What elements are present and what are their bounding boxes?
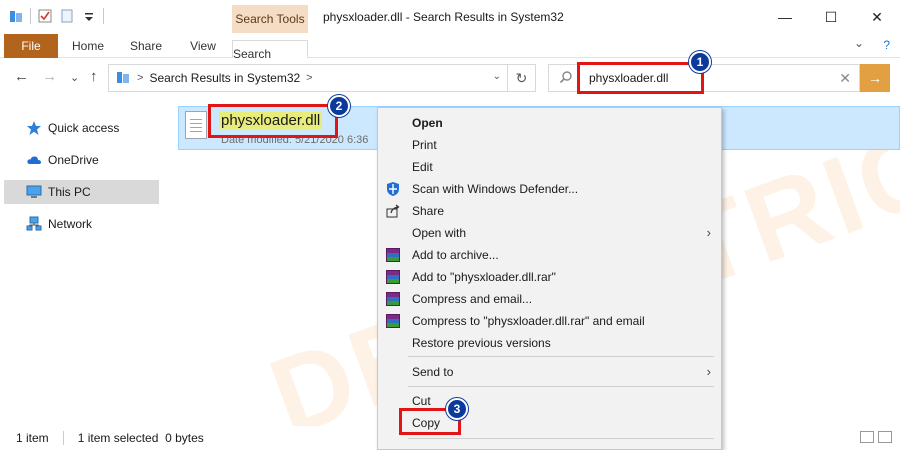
- search-icon: [559, 70, 573, 87]
- large-icons-view-icon[interactable]: [878, 431, 892, 443]
- menu-item-open-with[interactable]: Open with ›: [378, 222, 721, 244]
- clear-search-icon[interactable]: ✕: [839, 70, 851, 87]
- breadcrumb-chevron-icon[interactable]: >: [137, 72, 143, 84]
- maximize-button[interactable]: ☐: [808, 0, 854, 34]
- context-menu: Open Print Edit Scan with Windows Defend…: [377, 107, 722, 450]
- winrar-icon: [385, 247, 401, 263]
- winrar-icon: [385, 291, 401, 307]
- ribbon-expand-icon[interactable]: ⌄: [854, 36, 864, 50]
- menu-item-label: Open: [412, 116, 443, 130]
- search-go-button[interactable]: →: [860, 64, 890, 92]
- status-divider: [62, 431, 64, 445]
- help-icon[interactable]: ?: [883, 38, 890, 52]
- menu-item-restore-versions[interactable]: Restore previous versions: [378, 332, 721, 354]
- address-bar[interactable]: > Search Results in System32 > ⌄ ↻: [108, 64, 536, 92]
- sidebar-item-label: OneDrive: [48, 153, 99, 167]
- winrar-icon: [385, 269, 401, 285]
- submenu-arrow-icon: ›: [706, 225, 711, 240]
- minimize-button[interactable]: —: [762, 0, 808, 34]
- menu-item-label: Share: [412, 204, 445, 218]
- sidebar-item-onedrive[interactable]: OneDrive: [4, 148, 159, 172]
- view-toggle: [860, 431, 892, 443]
- menu-item-share[interactable]: Share: [378, 200, 721, 222]
- star-icon: [26, 120, 42, 136]
- defender-icon: [385, 181, 401, 197]
- tab-file[interactable]: File: [4, 34, 58, 58]
- sidebar-item-quick-access[interactable]: Quick access: [4, 116, 159, 140]
- highlight-search-box: [577, 62, 704, 94]
- step-badge-3: 3: [446, 398, 468, 420]
- toolbar-divider: [30, 8, 31, 24]
- menu-item-scan-defender[interactable]: Scan with Windows Defender...: [378, 178, 721, 200]
- highlight-file-name: [208, 104, 338, 138]
- network-icon: [26, 216, 42, 232]
- quick-access-toolbar: [8, 8, 104, 24]
- sidebar-item-label: This PC: [48, 185, 91, 199]
- close-button[interactable]: ✕: [854, 0, 900, 34]
- search-tools-context-label: Search Tools: [232, 5, 308, 33]
- dll-file-icon: [185, 111, 207, 139]
- menu-item-label: Compress and email...: [412, 292, 533, 306]
- computer-icon: [26, 184, 42, 200]
- breadcrumb-search-results[interactable]: Search Results in System32: [149, 71, 300, 85]
- forward-button[interactable]: →: [42, 68, 57, 85]
- breadcrumb-chevron-icon[interactable]: >: [306, 72, 312, 84]
- sidebar-item-this-pc[interactable]: This PC: [4, 180, 159, 204]
- menu-item-label: Restore previous versions: [412, 336, 551, 350]
- recent-locations-dropdown[interactable]: ⌄: [70, 71, 79, 84]
- menu-item-label: Open with: [412, 226, 467, 240]
- menu-item-label: Add to archive...: [412, 248, 499, 262]
- cloud-icon: [26, 152, 42, 168]
- submenu-arrow-icon: ›: [706, 364, 711, 379]
- customize-toolbar-icon[interactable]: [81, 8, 97, 24]
- toolbar-divider: [103, 8, 104, 24]
- menu-item-add-to-rar[interactable]: Add to "physxloader.dll.rar": [378, 266, 721, 288]
- title-bar: Search Tools physxloader.dll - Search Re…: [0, 0, 900, 34]
- menu-item-print[interactable]: Print: [378, 134, 721, 156]
- share-icon: [385, 203, 401, 219]
- menu-item-add-to-archive[interactable]: Add to archive...: [378, 244, 721, 266]
- menu-item-compress-rar-email[interactable]: Compress to "physxloader.dll.rar" and em…: [378, 310, 721, 332]
- new-folder-icon[interactable]: [59, 8, 75, 24]
- up-button[interactable]: ↑: [90, 68, 98, 85]
- menu-item-send-to[interactable]: Send to ›: [378, 361, 721, 383]
- sidebar-item-label: Network: [48, 217, 93, 231]
- selection-info: 1 item selected 0 bytes: [77, 431, 204, 445]
- menu-item-edit[interactable]: Edit: [378, 156, 721, 178]
- tab-home[interactable]: Home: [64, 34, 112, 58]
- menu-item-compress-email[interactable]: Compress and email...: [378, 288, 721, 310]
- sidebar-item-network[interactable]: Network: [4, 212, 159, 236]
- details-view-icon[interactable]: [860, 431, 874, 443]
- explorer-icon: [8, 8, 24, 24]
- refresh-button[interactable]: ↻: [507, 65, 535, 91]
- step-badge-1: 1: [689, 51, 711, 73]
- tab-view[interactable]: View: [180, 34, 226, 58]
- menu-separator: [408, 386, 714, 387]
- tab-share[interactable]: Share: [122, 34, 170, 58]
- menu-item-open[interactable]: Open: [378, 112, 721, 134]
- menu-item-label: Add to "physxloader.dll.rar": [412, 270, 556, 284]
- menu-item-label: Compress to "physxloader.dll.rar" and em…: [412, 314, 645, 328]
- menu-item-label: Print: [412, 138, 437, 152]
- step-badge-2: 2: [328, 95, 350, 117]
- menu-separator: [408, 438, 714, 439]
- sidebar-item-label: Quick access: [48, 121, 120, 135]
- address-dropdown-icon[interactable]: ⌄: [493, 71, 501, 82]
- menu-item-label: Edit: [412, 160, 433, 174]
- winrar-icon: [385, 313, 401, 329]
- properties-icon[interactable]: [37, 8, 53, 24]
- back-button[interactable]: ←: [14, 68, 29, 85]
- navigation-bar: ← → ⌄ ↑ > Search Results in System32 > ⌄…: [0, 58, 900, 98]
- window-title: physxloader.dll - Search Results in Syst…: [323, 10, 564, 24]
- item-count: 1 item: [16, 431, 49, 445]
- search-folder-icon: [115, 69, 131, 88]
- menu-separator: [408, 356, 714, 357]
- menu-item-label: Scan with Windows Defender...: [412, 182, 579, 196]
- menu-item-label: Send to: [412, 365, 454, 379]
- ribbon-tabs: File Home Share View Search ⌄ ?: [0, 34, 900, 68]
- navigation-pane: Quick access OneDrive This PC Network: [0, 108, 170, 426]
- menu-item-label: Cut: [412, 394, 431, 408]
